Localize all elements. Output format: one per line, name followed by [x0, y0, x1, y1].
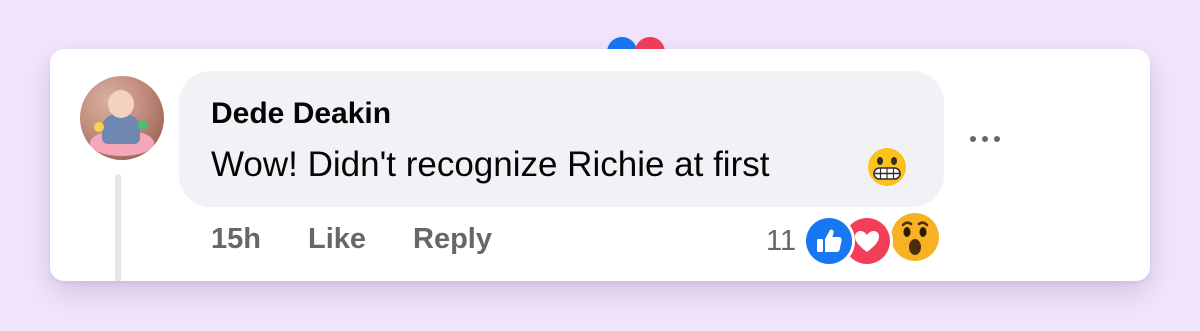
comment-author[interactable]: Dede Deakin: [211, 97, 391, 131]
comment-text: Wow! Didn't recognize Richie at first: [211, 145, 770, 184]
more-dot-icon: [982, 136, 988, 142]
thread-line: [115, 174, 121, 281]
like-button[interactable]: Like: [308, 223, 366, 256]
more-options-button[interactable]: [970, 132, 1010, 146]
comment-card: Dede Deakin Wow! Didn't recognize Richie…: [50, 49, 1150, 281]
like-reaction-icon: [803, 215, 855, 267]
comment-timestamp[interactable]: 15h: [211, 223, 261, 256]
reaction-icons[interactable]: [803, 213, 943, 267]
reply-button[interactable]: Reply: [413, 223, 492, 256]
more-dot-icon: [994, 136, 1000, 142]
more-dot-icon: [970, 136, 976, 142]
grimacing-face-emoji-icon: [868, 148, 906, 186]
wow-reaction-icon: [889, 211, 941, 263]
comment-bubble: Dede Deakin Wow! Didn't recognize Richie…: [179, 71, 944, 207]
reaction-count[interactable]: 11: [766, 225, 796, 258]
avatar[interactable]: [80, 76, 164, 160]
